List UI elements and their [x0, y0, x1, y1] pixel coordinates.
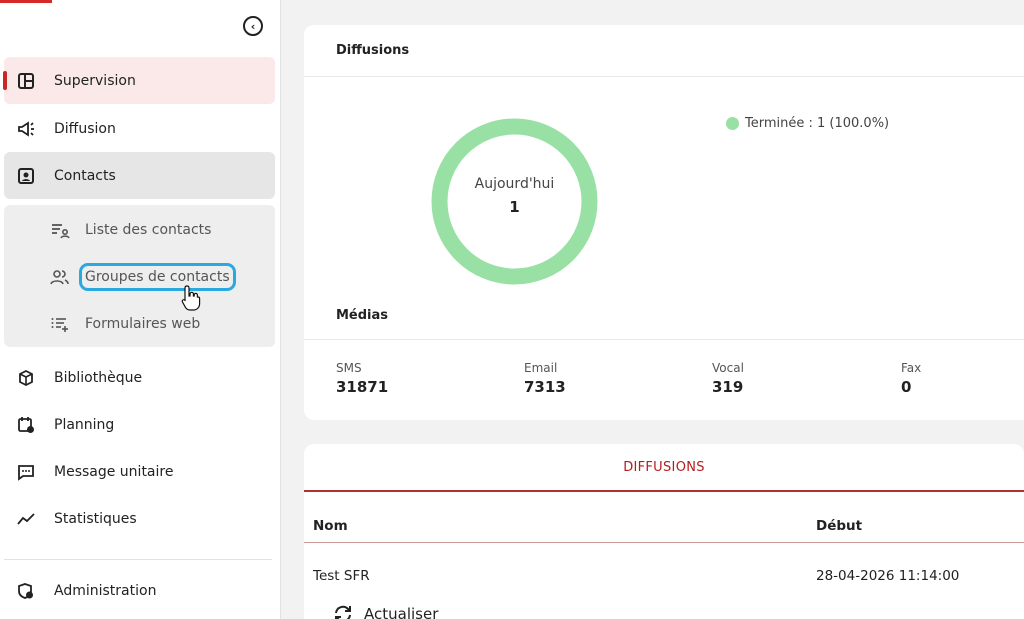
table-header-divider: [304, 542, 1024, 543]
hand-pointer-icon: [181, 285, 201, 311]
calendar-clock-icon: [15, 414, 37, 436]
nav-item-label: Planning: [54, 416, 115, 433]
package-icon: [15, 367, 37, 389]
nav-item-statistiques[interactable]: Statistiques: [4, 495, 275, 542]
diffusions-table: Nom Début Test SFR 28-04-2026 11:14:00: [304, 492, 1024, 619]
sidebar-divider: [4, 559, 272, 560]
chat-icon: [15, 461, 37, 483]
nav-item-label: Administration: [54, 582, 157, 599]
nav-item-supervision[interactable]: Supervision: [3, 57, 275, 104]
media-sms-value: 31871: [336, 378, 389, 396]
donut-center-label: Aujourd'hui: [474, 176, 555, 192]
trend-icon: [15, 508, 37, 530]
donut-center-value: 1: [509, 198, 520, 216]
list-add-icon: [49, 313, 71, 335]
nav-item-bibliotheque[interactable]: Bibliothèque: [4, 354, 275, 401]
nav-item-diffusion[interactable]: Diffusion: [4, 105, 275, 152]
diffusions-card-title: Diffusions: [336, 43, 410, 58]
legend-dot: [726, 117, 739, 130]
submenu-item-groupes-contacts[interactable]: Groupes de contacts: [4, 256, 275, 298]
nav-item-message-unitaire[interactable]: Message unitaire: [4, 448, 275, 495]
media-fax-value: 0: [901, 378, 912, 396]
brand-accent-bar: [0, 0, 52, 3]
nav-item-label: Contacts: [54, 167, 116, 184]
group-icon: [49, 266, 71, 288]
media-email-label: Email: [524, 361, 558, 375]
shield-gear-icon: [15, 580, 37, 602]
media-sms-label: SMS: [336, 361, 362, 375]
media-vocal-label: Vocal: [712, 361, 744, 375]
refresh-label: Actualiser: [364, 605, 439, 619]
column-header-debut[interactable]: Début: [816, 518, 862, 534]
refresh-icon: [335, 605, 351, 619]
nav-item-label: Bibliothèque: [54, 369, 143, 386]
legend-label: Terminée : 1 (100.0%): [745, 116, 890, 131]
table-cell-debut: 28-04-2026 11:14:00: [816, 568, 960, 584]
nav-item-label: Supervision: [54, 72, 136, 89]
media-vocal-value: 319: [712, 378, 744, 396]
media-fax-label: Fax: [901, 361, 922, 375]
column-header-nom[interactable]: Nom: [313, 518, 348, 534]
nav-item-contacts[interactable]: Contacts: [4, 152, 275, 199]
refresh-button[interactable]: Actualiser: [332, 603, 438, 619]
nav-item-label: Statistiques: [54, 510, 137, 527]
donut-legend: Terminée : 1 (100.0%): [726, 116, 889, 131]
submenu-item-label: Formulaires web: [85, 316, 201, 332]
card-divider: [304, 339, 1024, 340]
dashboard-icon: [15, 70, 37, 92]
nav-item-administration[interactable]: Administration: [4, 567, 275, 614]
submenu-item-label: Liste des contacts: [85, 222, 212, 238]
media-email-value: 7313: [524, 378, 566, 396]
nav-item-label: Diffusion: [54, 120, 116, 137]
chevron-left-icon: ‹: [250, 19, 256, 33]
nav-item-planning[interactable]: Planning: [4, 401, 275, 448]
nav-item-label: Message unitaire: [54, 463, 174, 480]
submenu-item-label: Groupes de contacts: [79, 263, 236, 291]
sidebar: ‹ Supervision Diffusion Contacts Liste d…: [0, 0, 281, 619]
submenu-item-liste-contacts[interactable]: Liste des contacts: [4, 209, 275, 251]
list-person-icon: [49, 219, 71, 241]
submenu-item-formulaires-web[interactable]: Formulaires web: [4, 303, 275, 345]
contacts-submenu: Liste des contacts Groupes de contacts F…: [4, 205, 275, 347]
tab-diffusions[interactable]: DIFFUSIONS: [304, 444, 1024, 492]
contact-card-icon: [15, 165, 37, 187]
megaphone-icon: [15, 118, 37, 140]
table-cell-nom[interactable]: Test SFR: [313, 568, 370, 584]
card-divider: [304, 76, 1024, 77]
collapse-sidebar-button[interactable]: ‹: [243, 16, 263, 36]
medias-title: Médias: [336, 308, 389, 323]
